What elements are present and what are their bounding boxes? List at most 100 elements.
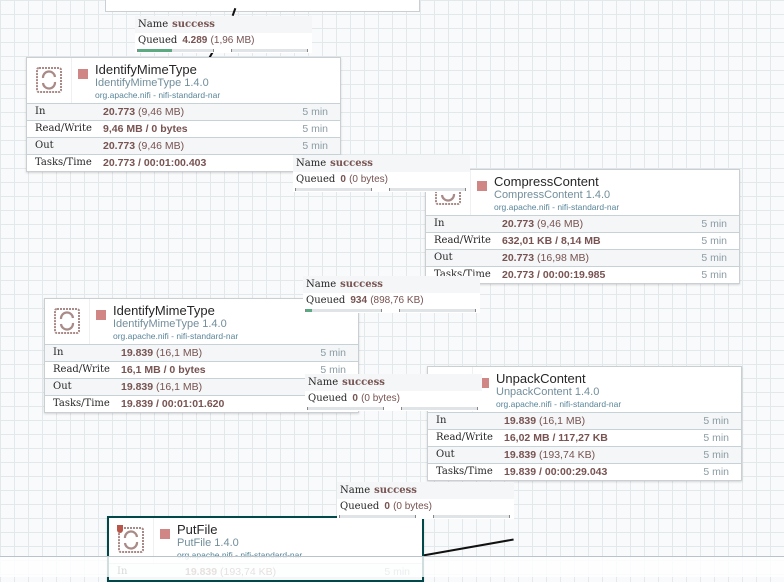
queue-progress [303, 309, 480, 313]
connection-line[interactable] [419, 538, 514, 557]
stat-label: In [434, 218, 445, 229]
processor-bundle: org.apache.nifi - nifi-standard-nar [496, 399, 622, 409]
restricted-shield-icon [117, 525, 123, 533]
connection-queued: Queued 0 (0 bytes) [293, 172, 470, 188]
stat-row-in: In 19.839 (16,1 MB) 5 min [428, 412, 741, 429]
connection-label[interactable]: Name success Queued 0 (0 bytes) [305, 374, 482, 411]
processor-name: CompressContent [494, 174, 599, 189]
processor-bundle: org.apache.nifi - nifi-standard-nar [494, 202, 620, 212]
queue-count-bar [305, 309, 382, 312]
connection-label[interactable]: Name success Queued 4.289 (1,96 MB) [135, 16, 312, 53]
stat-row-tasks-time: Tasks/Time 19.839 / 00:00:29.043 5 min [428, 463, 741, 480]
stat-time: 5 min [302, 140, 328, 152]
queue-count-bar [137, 49, 214, 52]
stat-value: 19.839 (16,1 MB) [121, 381, 203, 393]
stopped-icon [96, 310, 106, 320]
stat-label: Out [35, 140, 54, 151]
connection-queued: Queued 4.289 (1,96 MB) [135, 33, 312, 49]
stat-row-read-write: Read/Write 9,46 MB / 0 bytes 5 min [27, 120, 340, 137]
stat-time: 5 min [701, 218, 727, 230]
processor-icon [45, 299, 90, 344]
stat-value: 632,01 KB / 8,14 MB [502, 235, 601, 247]
processor-name: IdentifyMimeType [113, 303, 215, 318]
stat-label: Read/Write [434, 235, 491, 246]
connection-queued: Queued 934 (898,76 KB) [303, 293, 480, 309]
connection-label[interactable]: Name success Queued 0 (0 bytes) [293, 155, 470, 192]
stat-row-out: Out 20.773 (9,46 MB) 5 min [27, 137, 340, 154]
stat-time: 5 min [703, 415, 729, 427]
processor-name: UnpackContent [496, 371, 586, 386]
stat-value: 19.839 (16,1 MB) [121, 347, 203, 359]
processor-compresscontent[interactable]: CompressContent CompressContent 1.4.0 or… [425, 169, 740, 284]
queue-count-bar [295, 188, 372, 191]
connection-queued: Queued 0 (0 bytes) [337, 499, 514, 515]
processor-type: PutFile 1.4.0 [177, 537, 239, 549]
connection-label[interactable]: Name success Queued 0 (0 bytes) [337, 482, 514, 519]
processor-type: UnpackContent 1.4.0 [496, 386, 600, 398]
processor-bundle: org.apache.nifi - nifi-standard-nar [95, 90, 221, 100]
queue-progress [305, 407, 482, 411]
queue-progress [337, 515, 514, 519]
processor-type: IdentifyMimeType 1.4.0 [113, 318, 227, 330]
stat-time: 5 min [703, 449, 729, 461]
connection-name: Name success [303, 276, 480, 293]
queue-size-bar [389, 188, 466, 191]
stat-time: 5 min [302, 123, 328, 135]
bottom-panel-overlay [0, 556, 784, 577]
stopped-icon [78, 69, 88, 79]
stat-label: Read/Write [436, 432, 493, 443]
stat-label: Read/Write [53, 364, 110, 375]
stat-value: 16,1 MB / 0 bytes [121, 364, 206, 376]
processor-bundle: org.apache.nifi - nifi-standard-nar [113, 331, 239, 341]
connection-name: Name success [337, 482, 514, 499]
stat-row-in: In 19.839 (16,1 MB) 5 min [45, 344, 358, 361]
stat-value: 20.773 (9,46 MB) [103, 140, 185, 152]
queue-size-bar [231, 49, 308, 52]
processor-name: PutFile [177, 522, 218, 537]
stat-label: In [436, 415, 447, 426]
stat-time: 5 min [703, 432, 729, 444]
stat-row-read-write: Read/Write 16,02 MB / 117,27 KB 5 min [428, 429, 741, 446]
stat-time: 5 min [703, 466, 729, 478]
processor-type: CompressContent 1.4.0 [494, 189, 611, 201]
stopped-icon [477, 181, 487, 191]
stat-row-in: In 20.773 (9,46 MB) 5 min [27, 103, 340, 120]
stopped-icon [160, 529, 170, 539]
connection-name: Name success [293, 155, 470, 172]
stat-row-out: Out 20.773 (16,98 MB) 5 min [426, 249, 739, 266]
queue-size-bar [433, 515, 510, 518]
queue-size-bar [401, 407, 478, 410]
processor-name: IdentifyMimeType [95, 62, 197, 77]
stat-time: 5 min [302, 106, 328, 118]
stat-time: 5 min [701, 252, 727, 264]
stat-value: 20.773 (9,46 MB) [502, 218, 584, 230]
stat-label: Out [53, 381, 72, 392]
stat-label: Tasks/Time [436, 466, 493, 477]
stat-value: 20.773 (16,98 MB) [502, 252, 589, 264]
stat-label: Out [436, 449, 455, 460]
stat-label: In [35, 106, 46, 117]
stat-label: Out [434, 252, 453, 263]
processor-icon [27, 58, 72, 103]
stat-label: Read/Write [35, 123, 92, 134]
stat-value: 19.839 (193,74 KB) [504, 449, 596, 461]
connection-name: Name success [135, 16, 312, 33]
stat-time: 5 min [701, 235, 727, 247]
stat-label: Tasks/Time [53, 398, 110, 409]
stat-value: 19.839 / 00:01:01.620 [121, 398, 225, 410]
processor-type: IdentifyMimeType 1.4.0 [95, 77, 209, 89]
stat-time: 5 min [320, 347, 346, 359]
connection-label[interactable]: Name success Queued 934 (898,76 KB) [303, 276, 480, 313]
stat-value: 16,02 MB / 117,27 KB [504, 432, 608, 444]
stat-value: 19.839 (16,1 MB) [504, 415, 586, 427]
stat-value: 20.773 (9,46 MB) [103, 106, 185, 118]
stat-row-in: In 20.773 (9,46 MB) 5 min [426, 215, 739, 232]
queue-progress [293, 188, 470, 192]
stat-value: 20.773 / 00:01:00.403 [103, 157, 207, 169]
queue-count-bar [307, 407, 384, 410]
processor-partial-top[interactable] [105, 0, 420, 12]
connection-queued: Queued 0 (0 bytes) [305, 391, 482, 407]
stat-time: 5 min [701, 269, 727, 281]
stat-value: 9,46 MB / 0 bytes [103, 123, 188, 135]
stat-value: 19.839 / 00:00:29.043 [504, 466, 608, 478]
